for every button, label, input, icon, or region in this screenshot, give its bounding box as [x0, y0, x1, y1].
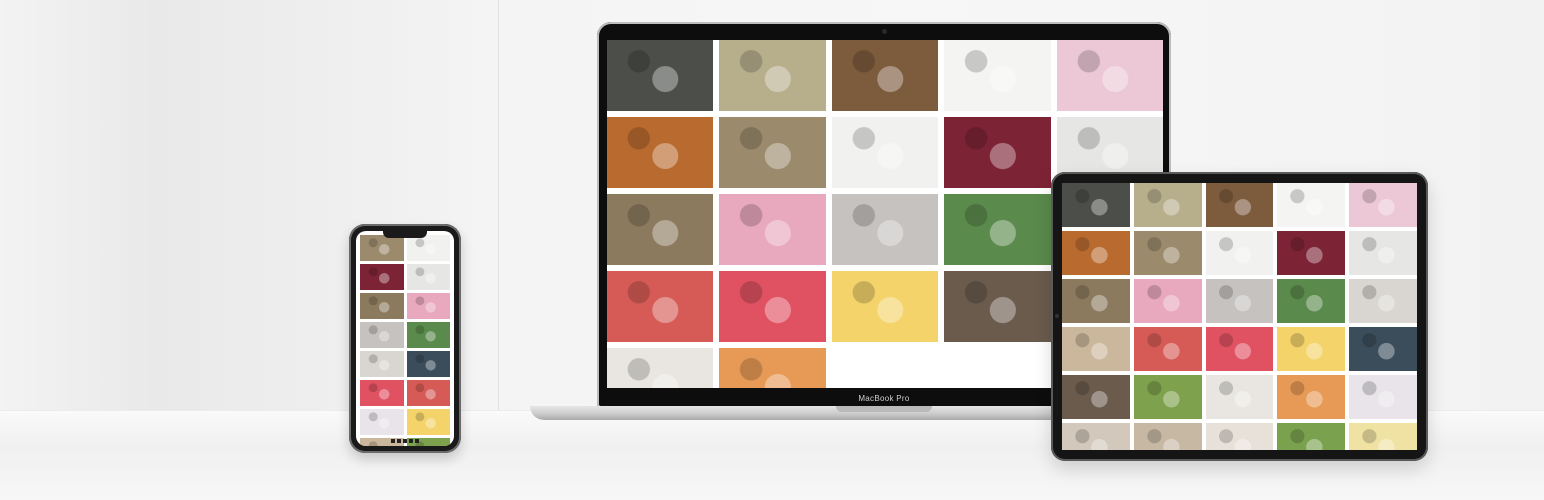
gallery-photo-tile[interactable] [607, 194, 714, 265]
gallery-photo-tile[interactable] [360, 380, 404, 406]
gallery-photo-tile[interactable] [360, 264, 404, 290]
tablet-gallery-grid [1062, 183, 1417, 450]
gallery-photo-tile[interactable] [1062, 231, 1130, 275]
gallery-photo-tile[interactable] [944, 117, 1051, 188]
gallery-photo-tile[interactable] [1205, 327, 1274, 371]
gallery-photo-tile[interactable] [1205, 279, 1274, 323]
gallery-photo-tile[interactable] [831, 194, 939, 265]
gallery-photo-tile[interactable] [1205, 183, 1274, 227]
gallery-photo-tile[interactable] [406, 380, 450, 406]
gallery-photo-tile[interactable] [1062, 375, 1130, 419]
gallery-photo-tile[interactable] [406, 293, 450, 319]
gallery-photo-tile[interactable] [719, 40, 826, 111]
gallery-photo-tile[interactable] [406, 264, 450, 290]
gallery-photo-tile[interactable] [1349, 375, 1417, 419]
gallery-photo-tile[interactable] [1349, 279, 1417, 323]
gallery-photo-tile[interactable] [1349, 183, 1417, 227]
gallery-photo-tile[interactable] [1133, 279, 1202, 323]
gallery-photo-tile[interactable] [607, 40, 714, 111]
gallery-photo-tile[interactable] [360, 351, 404, 377]
gallery-photo-tile[interactable] [406, 351, 450, 377]
gallery-photo-tile[interactable] [1205, 231, 1274, 275]
gallery-photo-tile[interactable] [944, 194, 1051, 265]
gallery-photo-tile[interactable] [1062, 183, 1130, 227]
gallery-photo-tile[interactable] [607, 117, 714, 188]
gallery-photo-tile[interactable] [1277, 279, 1346, 323]
gallery-photo-tile[interactable] [1133, 327, 1202, 371]
gallery-photo-tile[interactable] [1277, 183, 1346, 227]
phone-notch [383, 230, 427, 238]
gallery-photo-tile[interactable] [719, 194, 826, 265]
gallery-photo-tile[interactable] [360, 293, 404, 319]
gallery-photo-tile[interactable] [831, 271, 939, 342]
phone-pagination[interactable] [383, 439, 427, 445]
gallery-photo-tile[interactable] [1205, 375, 1274, 419]
gallery-photo-tile[interactable] [360, 409, 404, 435]
gallery-photo-tile[interactable] [1349, 231, 1417, 275]
pagination-dot[interactable] [397, 439, 401, 443]
gallery-photo-tile[interactable] [1062, 423, 1130, 450]
gallery-photo-tile[interactable] [607, 271, 714, 342]
tablet-camera [1055, 314, 1059, 318]
gallery-photo-tile[interactable] [406, 235, 450, 261]
pagination-dot[interactable] [415, 439, 419, 443]
gallery-photo-tile[interactable] [406, 322, 450, 348]
wall-edge [498, 0, 499, 410]
gallery-photo-tile[interactable] [1133, 231, 1202, 275]
pagination-dot[interactable] [409, 439, 413, 443]
gallery-photo-tile[interactable] [1133, 423, 1202, 450]
gallery-photo-tile[interactable] [719, 348, 826, 388]
laptop-hinge-notch [836, 406, 932, 412]
gallery-photo-tile[interactable] [719, 117, 826, 188]
tablet-screen [1062, 183, 1417, 450]
gallery-photo-tile[interactable] [1062, 327, 1130, 371]
gallery-photo-tile[interactable] [1349, 423, 1417, 450]
gallery-photo-tile[interactable] [1205, 423, 1274, 450]
gallery-photo-tile[interactable] [1277, 423, 1346, 450]
phone-gallery-grid [360, 235, 450, 446]
gallery-photo-tile[interactable] [1133, 375, 1202, 419]
gallery-photo-tile[interactable] [1277, 231, 1346, 275]
gallery-photo-tile[interactable] [360, 322, 404, 348]
gallery-photo-tile[interactable] [831, 40, 939, 111]
gallery-photo-tile[interactable] [1056, 40, 1163, 111]
gallery-photo-tile[interactable] [1349, 327, 1417, 371]
laptop-camera [882, 29, 887, 34]
pagination-dot[interactable] [403, 439, 407, 443]
gallery-photo-tile[interactable] [944, 271, 1051, 342]
gallery-photo-tile[interactable] [1277, 327, 1346, 371]
gallery-photo-tile[interactable] [360, 235, 404, 261]
gallery-photo-tile[interactable] [1062, 279, 1130, 323]
gallery-photo-tile[interactable] [944, 40, 1051, 111]
gallery-photo-tile[interactable] [406, 409, 450, 435]
gallery-photo-tile[interactable] [607, 348, 714, 388]
phone-screen [356, 231, 454, 446]
gallery-photo-tile[interactable] [1277, 375, 1346, 419]
gallery-photo-tile[interactable] [1133, 183, 1202, 227]
pagination-dot[interactable] [391, 439, 395, 443]
gallery-photo-tile[interactable] [831, 117, 939, 188]
gallery-photo-tile[interactable] [719, 271, 826, 342]
